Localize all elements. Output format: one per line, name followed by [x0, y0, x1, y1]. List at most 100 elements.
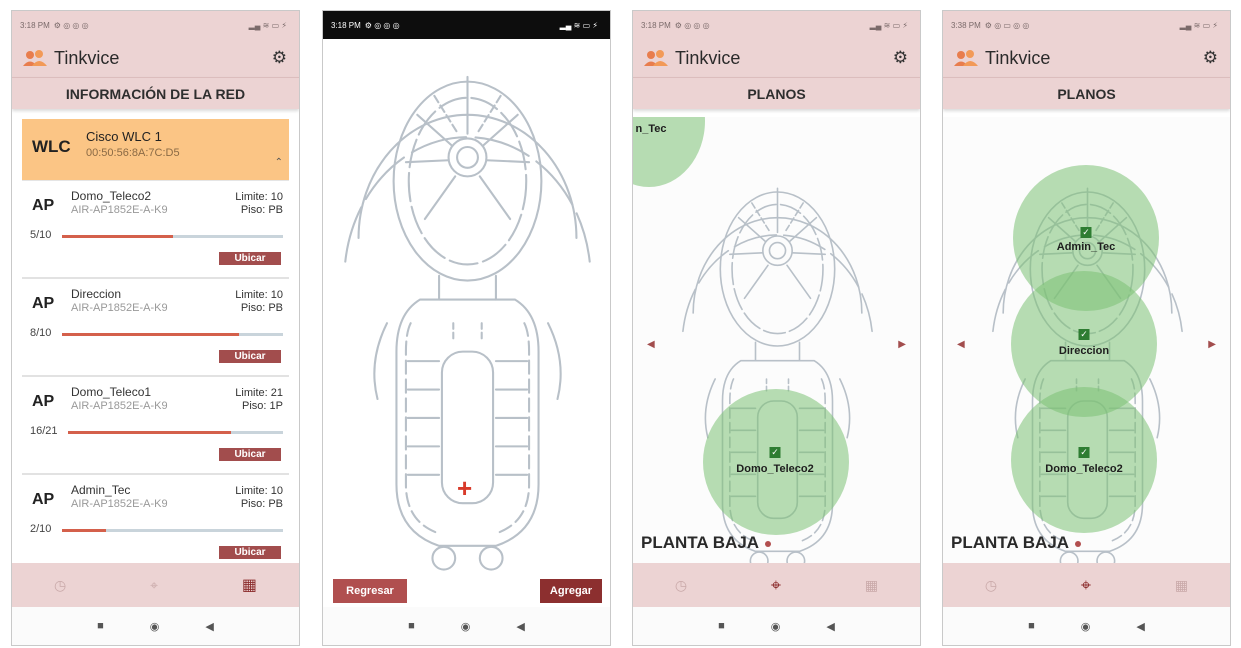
ap-card[interactable]: AP Domo_Teleco2 AIR-AP1852E-A-K9 Limite: 10… — [22, 181, 289, 279]
ap-limit: Limite: 21 — [235, 387, 283, 399]
usage-bar-fill — [62, 529, 107, 532]
people-icon — [22, 49, 48, 67]
app-title: Tinkvice — [675, 47, 741, 68]
check-icon[interactable]: ✓ — [1078, 329, 1090, 340]
arrow-right-icon[interactable]: ▶ — [898, 339, 906, 350]
signal-icons: ▂▄ ≋ ▭ ⚡ — [869, 20, 908, 30]
locate-button[interactable]: Ubicar — [219, 350, 281, 363]
floor-name: PLANTA BAJA — [951, 533, 1070, 552]
locate-button[interactable]: Ubicar — [219, 448, 281, 461]
wlc-card[interactable]: WLC Cisco WLC 1 00:50:56:8A:7C:D5 ⌃ — [22, 119, 289, 181]
usage-bar — [62, 529, 283, 532]
home-icon[interactable]: ◉ — [150, 620, 160, 633]
ap-card[interactable]: AP Admin_Tec AIR-AP1852E-A-K9 Limite: 10 Pis… — [22, 475, 289, 563]
app-bar: Tinkvice ⚙ — [12, 39, 299, 77]
recents-icon[interactable]: ■ — [408, 620, 415, 632]
check-icon[interactable]: ✓ — [769, 447, 781, 458]
back-icon[interactable]: ◀ — [1136, 620, 1144, 633]
screen-plans-2: 3:38 PM ⚙ ◎ ▭ ◎ ◎ ▂▄ ≋ ▭ ⚡ Tinkvice ⚙ PLA… — [942, 10, 1231, 646]
recents-icon[interactable]: ■ — [718, 620, 725, 632]
ap-name: Domo_Teleco2 — [71, 189, 152, 203]
coverage-circle[interactable] — [703, 389, 849, 535]
marker-label: Domo_Teleco2 — [1045, 463, 1123, 475]
wlc-name: Cisco WLC 1 — [86, 129, 162, 144]
network-list[interactable]: WLC Cisco WLC 1 00:50:56:8A:7C:D5 ⌃ AP Do… — [22, 119, 289, 563]
floor-map[interactable]: n_Tec ✓ Domo_Teleco2 ◀ ▶ PLANTA BAJA — [633, 117, 920, 563]
ap-card[interactable]: AP Direccion AIR-AP1852E-A-K9 Limite: 10 Pis… — [22, 279, 289, 377]
building-icon[interactable]: ▦ — [1175, 577, 1188, 594]
history-icon[interactable]: ◷ — [54, 577, 66, 594]
back-icon[interactable]: ◀ — [205, 620, 213, 633]
ap-client-count: 2/10 — [30, 523, 52, 535]
home-icon[interactable]: ◉ — [771, 620, 781, 633]
back-icon[interactable]: ◀ — [516, 620, 524, 633]
back-icon[interactable]: ◀ — [826, 620, 834, 633]
page-title: PLANOS — [633, 77, 920, 109]
arrow-left-icon[interactable]: ◀ — [957, 339, 965, 350]
arrow-right-icon[interactable]: ▶ — [1208, 339, 1216, 350]
building-icon[interactable]: ▦ — [865, 577, 878, 594]
ap-floor: Piso: PB — [240, 302, 283, 314]
app-title: Tinkvice — [985, 47, 1051, 68]
ap-limit: Limite: 10 — [235, 485, 283, 497]
gear-icon[interactable]: ⚙ — [1203, 48, 1218, 68]
ap-name: Admin_Tec — [71, 483, 131, 497]
locate-button[interactable]: Ubicar — [219, 252, 281, 265]
usage-bar-fill — [62, 235, 173, 238]
marker-label: Admin_Tec — [1056, 241, 1116, 253]
locate-icon[interactable]: ⌖ — [1081, 575, 1091, 596]
ap-tag: AP — [32, 393, 55, 410]
ap-model: AIR-AP1852E-A-K9 — [71, 400, 168, 412]
page-indicator-dot — [1075, 540, 1082, 547]
system-nav: ■ ◉ ◀ — [323, 607, 610, 645]
bottom-nav: ◷ ⌖ ▦ — [633, 563, 920, 607]
ap-model: AIR-AP1852E-A-K9 — [71, 498, 168, 510]
back-button[interactable]: Regresar — [333, 579, 407, 603]
signal-icons: ▂▄ ≋ ▭ ⚡ — [559, 20, 598, 30]
floor-map[interactable]: ✓ Admin_Tec ✓ Direccion ✓ Domo_Teleco2 ◀… — [943, 117, 1230, 563]
home-icon[interactable]: ◉ — [461, 620, 471, 633]
home-icon[interactable]: ◉ — [1081, 620, 1091, 633]
recents-icon[interactable]: ■ — [97, 620, 104, 632]
gear-icon[interactable]: ⚙ — [893, 48, 908, 68]
status-time: 3:18 PM — [331, 20, 361, 30]
usage-bar — [62, 333, 283, 336]
marker-label: Domo_Teleco2 — [736, 463, 814, 475]
screen-network-info: 3:18 PM ⚙ ◎ ◎ ◎ ▂▄ ≋ ▭ ⚡ Tinkvice ⚙ INFOR… — [11, 10, 300, 646]
system-nav: ■ ◉ ◀ — [943, 607, 1230, 645]
status-bar: 3:18 PM ⚙ ◎ ◎ ◎ ▂▄ ≋ ▭ ⚡ — [633, 11, 920, 39]
recents-icon[interactable]: ■ — [1028, 620, 1035, 632]
locate-icon[interactable]: ⌖ — [771, 575, 781, 596]
page-indicator-dot — [765, 540, 772, 547]
building-icon[interactable]: ▦ — [242, 575, 257, 595]
people-icon — [643, 49, 669, 67]
coverage-circle[interactable] — [1011, 387, 1157, 533]
marker-label: Direccion — [1058, 345, 1110, 357]
status-icons: ⚙ ◎ ▭ ◎ ◎ — [984, 20, 1030, 30]
status-icons: ⚙ ◎ ◎ ◎ — [53, 20, 89, 30]
ap-tag: AP — [32, 197, 55, 214]
history-icon[interactable]: ◷ — [675, 577, 687, 594]
system-nav: ■ ◉ ◀ — [633, 607, 920, 645]
ap-card[interactable]: AP Domo_Teleco1 AIR-AP1852E-A-K9 Limite: 21… — [22, 377, 289, 475]
app-title: Tinkvice — [54, 47, 120, 68]
locate-icon[interactable]: ⌖ — [150, 577, 158, 594]
gear-icon[interactable]: ⚙ — [272, 48, 287, 68]
check-icon[interactable]: ✓ — [1078, 447, 1090, 458]
history-icon[interactable]: ◷ — [985, 577, 997, 594]
add-button[interactable]: Agregar — [540, 579, 602, 603]
wlc-tag: WLC — [32, 137, 71, 156]
check-icon[interactable]: ✓ — [1080, 227, 1092, 238]
locate-button[interactable]: Ubicar — [219, 546, 281, 559]
signal-icons: ▂▄ ≋ ▭ ⚡ — [1179, 20, 1218, 30]
ap-client-count: 5/10 — [30, 229, 52, 241]
chevron-up-icon[interactable]: ⌃ — [275, 157, 283, 168]
arrow-left-icon[interactable]: ◀ — [647, 339, 655, 350]
marker-label: n_Tec — [635, 123, 667, 135]
crosshair-icon[interactable]: + — [457, 473, 472, 504]
status-time: 3:38 PM — [951, 20, 981, 30]
ap-client-count: 16/21 — [30, 425, 58, 437]
usage-bar-fill — [68, 431, 232, 434]
screen-plans-1: 3:18 PM ⚙ ◎ ◎ ◎ ▂▄ ≋ ▭ ⚡ Tinkvice ⚙ PLANO… — [632, 10, 921, 646]
ap-floor: Piso: 1P — [242, 400, 283, 412]
